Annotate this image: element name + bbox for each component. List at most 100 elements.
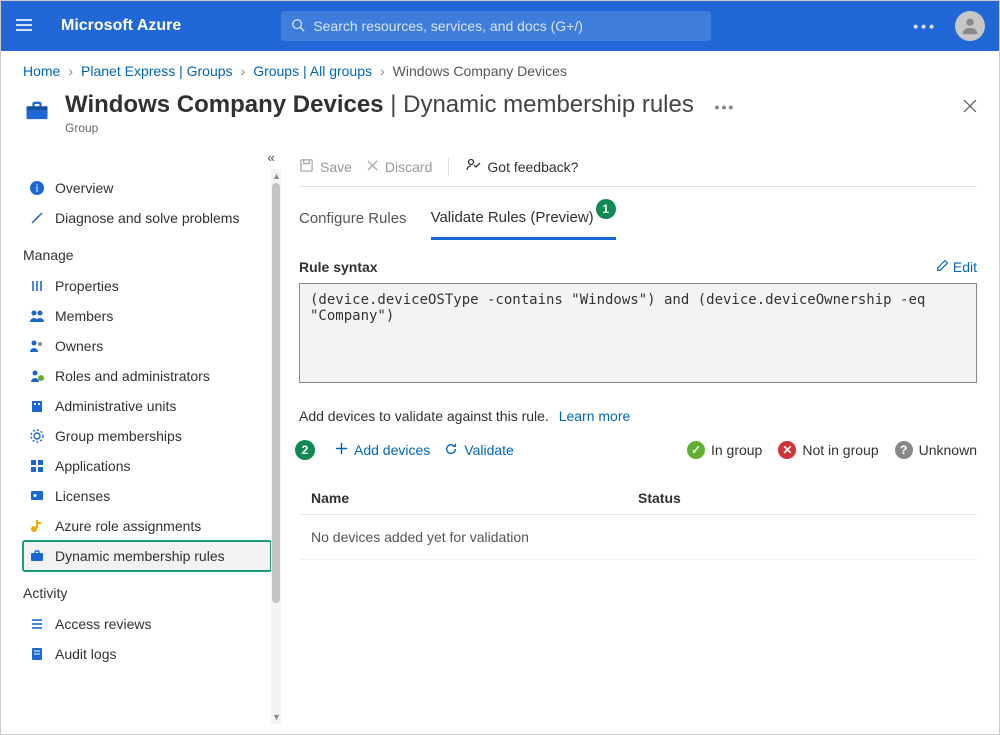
brand-label[interactable]: Microsoft Azure <box>61 17 181 35</box>
sidebar-item-members[interactable]: Members <box>23 301 271 331</box>
check-icon: ✓ <box>687 441 705 459</box>
rule-syntax-textarea[interactable]: (device.deviceOSType -contains "Windows"… <box>299 283 977 383</box>
wrench-icon <box>29 210 45 226</box>
sidebar-item-diagnose[interactable]: Diagnose and solve problems <box>23 203 271 233</box>
chevron-right-icon: › <box>68 63 73 79</box>
more-icon[interactable]: ••• <box>715 99 736 115</box>
sidebar-item-audit-logs[interactable]: Audit logs <box>23 639 271 669</box>
discard-button[interactable]: Discard <box>366 159 432 175</box>
sidebar-item-applications[interactable]: Applications <box>23 451 271 481</box>
scroll-up-arrow-icon[interactable]: ▲ <box>272 171 281 181</box>
discard-label: Discard <box>385 159 432 175</box>
top-bar: Microsoft Azure ••• <box>1 1 999 51</box>
breadcrumb-current: Windows Company Devices <box>393 63 567 79</box>
breadcrumb-link[interactable]: Home <box>23 63 60 79</box>
key-icon <box>29 518 45 534</box>
sidebar-item-label: Licenses <box>55 488 110 504</box>
scroll-down-arrow-icon[interactable]: ▼ <box>272 712 281 722</box>
sidebar-item-label: Group memberships <box>55 428 182 444</box>
sidebar-item-label: Overview <box>55 180 113 196</box>
close-icon[interactable] <box>963 99 977 116</box>
table-empty-row: No devices added yet for validation <box>299 515 977 560</box>
sidebar-item-label: Audit logs <box>55 646 116 662</box>
sidebar-item-owners[interactable]: Owners <box>23 331 271 361</box>
sidebar-item-dynamic-rules[interactable]: Dynamic membership rules <box>23 541 271 571</box>
sidebar-item-label: Members <box>55 308 113 324</box>
chevron-right-icon: › <box>380 63 385 79</box>
properties-icon <box>29 278 45 294</box>
sidebar-item-roles[interactable]: Roles and administrators <box>23 361 271 391</box>
sidebar-item-label: Azure role assignments <box>55 518 201 534</box>
search-box[interactable] <box>281 11 711 41</box>
page-title: Windows Company Devices | Dynamic member… <box>65 91 735 119</box>
tab-configure-rules[interactable]: Configure Rules <box>299 201 407 240</box>
gear-icon <box>29 428 45 444</box>
column-status[interactable]: Status <box>638 490 965 506</box>
admin-icon <box>29 368 45 384</box>
breadcrumb-link[interactable]: Planet Express | Groups <box>81 63 232 79</box>
close-icon <box>366 159 379 175</box>
people-icon <box>29 308 45 324</box>
sidebar-item-label: Owners <box>55 338 103 354</box>
save-label: Save <box>320 159 352 175</box>
sidebar-section-activity: Activity <box>23 585 271 601</box>
hamburger-icon[interactable] <box>15 16 33 37</box>
sidebar-item-group-memberships[interactable]: Group memberships <box>23 421 271 451</box>
list-icon <box>29 616 45 632</box>
rule-syntax-label: Rule syntax Edit <box>299 259 977 275</box>
column-name[interactable]: Name <box>311 490 638 506</box>
legend-in-group: ✓In group <box>687 441 762 459</box>
breadcrumb-link[interactable]: Groups | All groups <box>253 63 372 79</box>
add-devices-button[interactable]: Add devices <box>335 442 430 458</box>
sidebar-item-azure-role[interactable]: Azure role assignments <box>23 511 271 541</box>
grid-icon <box>29 458 45 474</box>
owners-icon <box>29 338 45 354</box>
sidebar-item-label: Dynamic membership rules <box>55 548 225 564</box>
sidebar-item-access-reviews[interactable]: Access reviews <box>23 609 271 639</box>
breadcrumb: Home › Planet Express | Groups › Groups … <box>1 51 999 87</box>
save-icon <box>299 158 314 176</box>
validate-actions: 2 Add devices Validate ✓In group ✕Not in… <box>299 440 977 460</box>
sidebar-item-licenses[interactable]: Licenses <box>23 481 271 511</box>
scrollbar[interactable]: ▲ ▼ <box>271 169 281 724</box>
sidebar-item-label: Roles and administrators <box>55 368 210 384</box>
building-icon <box>29 398 45 414</box>
x-icon: ✕ <box>778 441 796 459</box>
collapse-chevron-icon[interactable]: « <box>267 149 275 165</box>
legend-not-in-group: ✕Not in group <box>778 441 878 459</box>
add-devices-label: Add devices <box>354 442 430 458</box>
tab-label: Validate Rules (Preview) <box>431 209 594 226</box>
log-icon <box>29 646 45 662</box>
validate-button[interactable]: Validate <box>444 442 514 459</box>
sidebar-item-label: Administrative units <box>55 398 176 414</box>
search-input[interactable] <box>313 18 701 34</box>
tabs: Configure Rules Validate Rules (Preview)… <box>299 201 977 241</box>
license-icon <box>29 488 45 504</box>
validate-hint: Add devices to validate against this rul… <box>299 408 977 424</box>
question-icon: ? <box>895 441 913 459</box>
main-content: Save Discard Got feedback? Configure Rul… <box>281 149 999 732</box>
legend: ✓In group ✕Not in group ?Unknown <box>687 441 977 459</box>
more-icon[interactable]: ••• <box>913 18 937 34</box>
briefcase-icon <box>23 97 51 125</box>
svg-text:i: i <box>36 183 38 195</box>
sidebar: « i Overview Diagnose and solve problems… <box>1 149 281 732</box>
edit-label: Edit <box>953 259 977 275</box>
sidebar-item-admin-units[interactable]: Administrative units <box>23 391 271 421</box>
sidebar-item-label: Applications <box>55 458 131 474</box>
plus-icon <box>335 442 348 458</box>
callout-badge-1: 1 <box>596 199 616 219</box>
sidebar-item-properties[interactable]: Properties <box>23 271 271 301</box>
avatar[interactable] <box>955 11 985 41</box>
validate-label: Validate <box>464 442 514 458</box>
tab-validate-rules[interactable]: Validate Rules (Preview) 1 <box>431 201 616 240</box>
edit-button[interactable]: Edit <box>936 259 977 275</box>
legend-unknown: ?Unknown <box>895 441 977 459</box>
learn-more-link[interactable]: Learn more <box>559 408 631 424</box>
page-header: Windows Company Devices | Dynamic member… <box>1 87 999 149</box>
feedback-button[interactable]: Got feedback? <box>465 157 578 176</box>
table-header: Name Status <box>299 482 977 515</box>
save-button[interactable]: Save <box>299 158 352 176</box>
sidebar-item-overview[interactable]: i Overview <box>23 173 271 203</box>
scrollbar-thumb[interactable] <box>272 183 280 603</box>
